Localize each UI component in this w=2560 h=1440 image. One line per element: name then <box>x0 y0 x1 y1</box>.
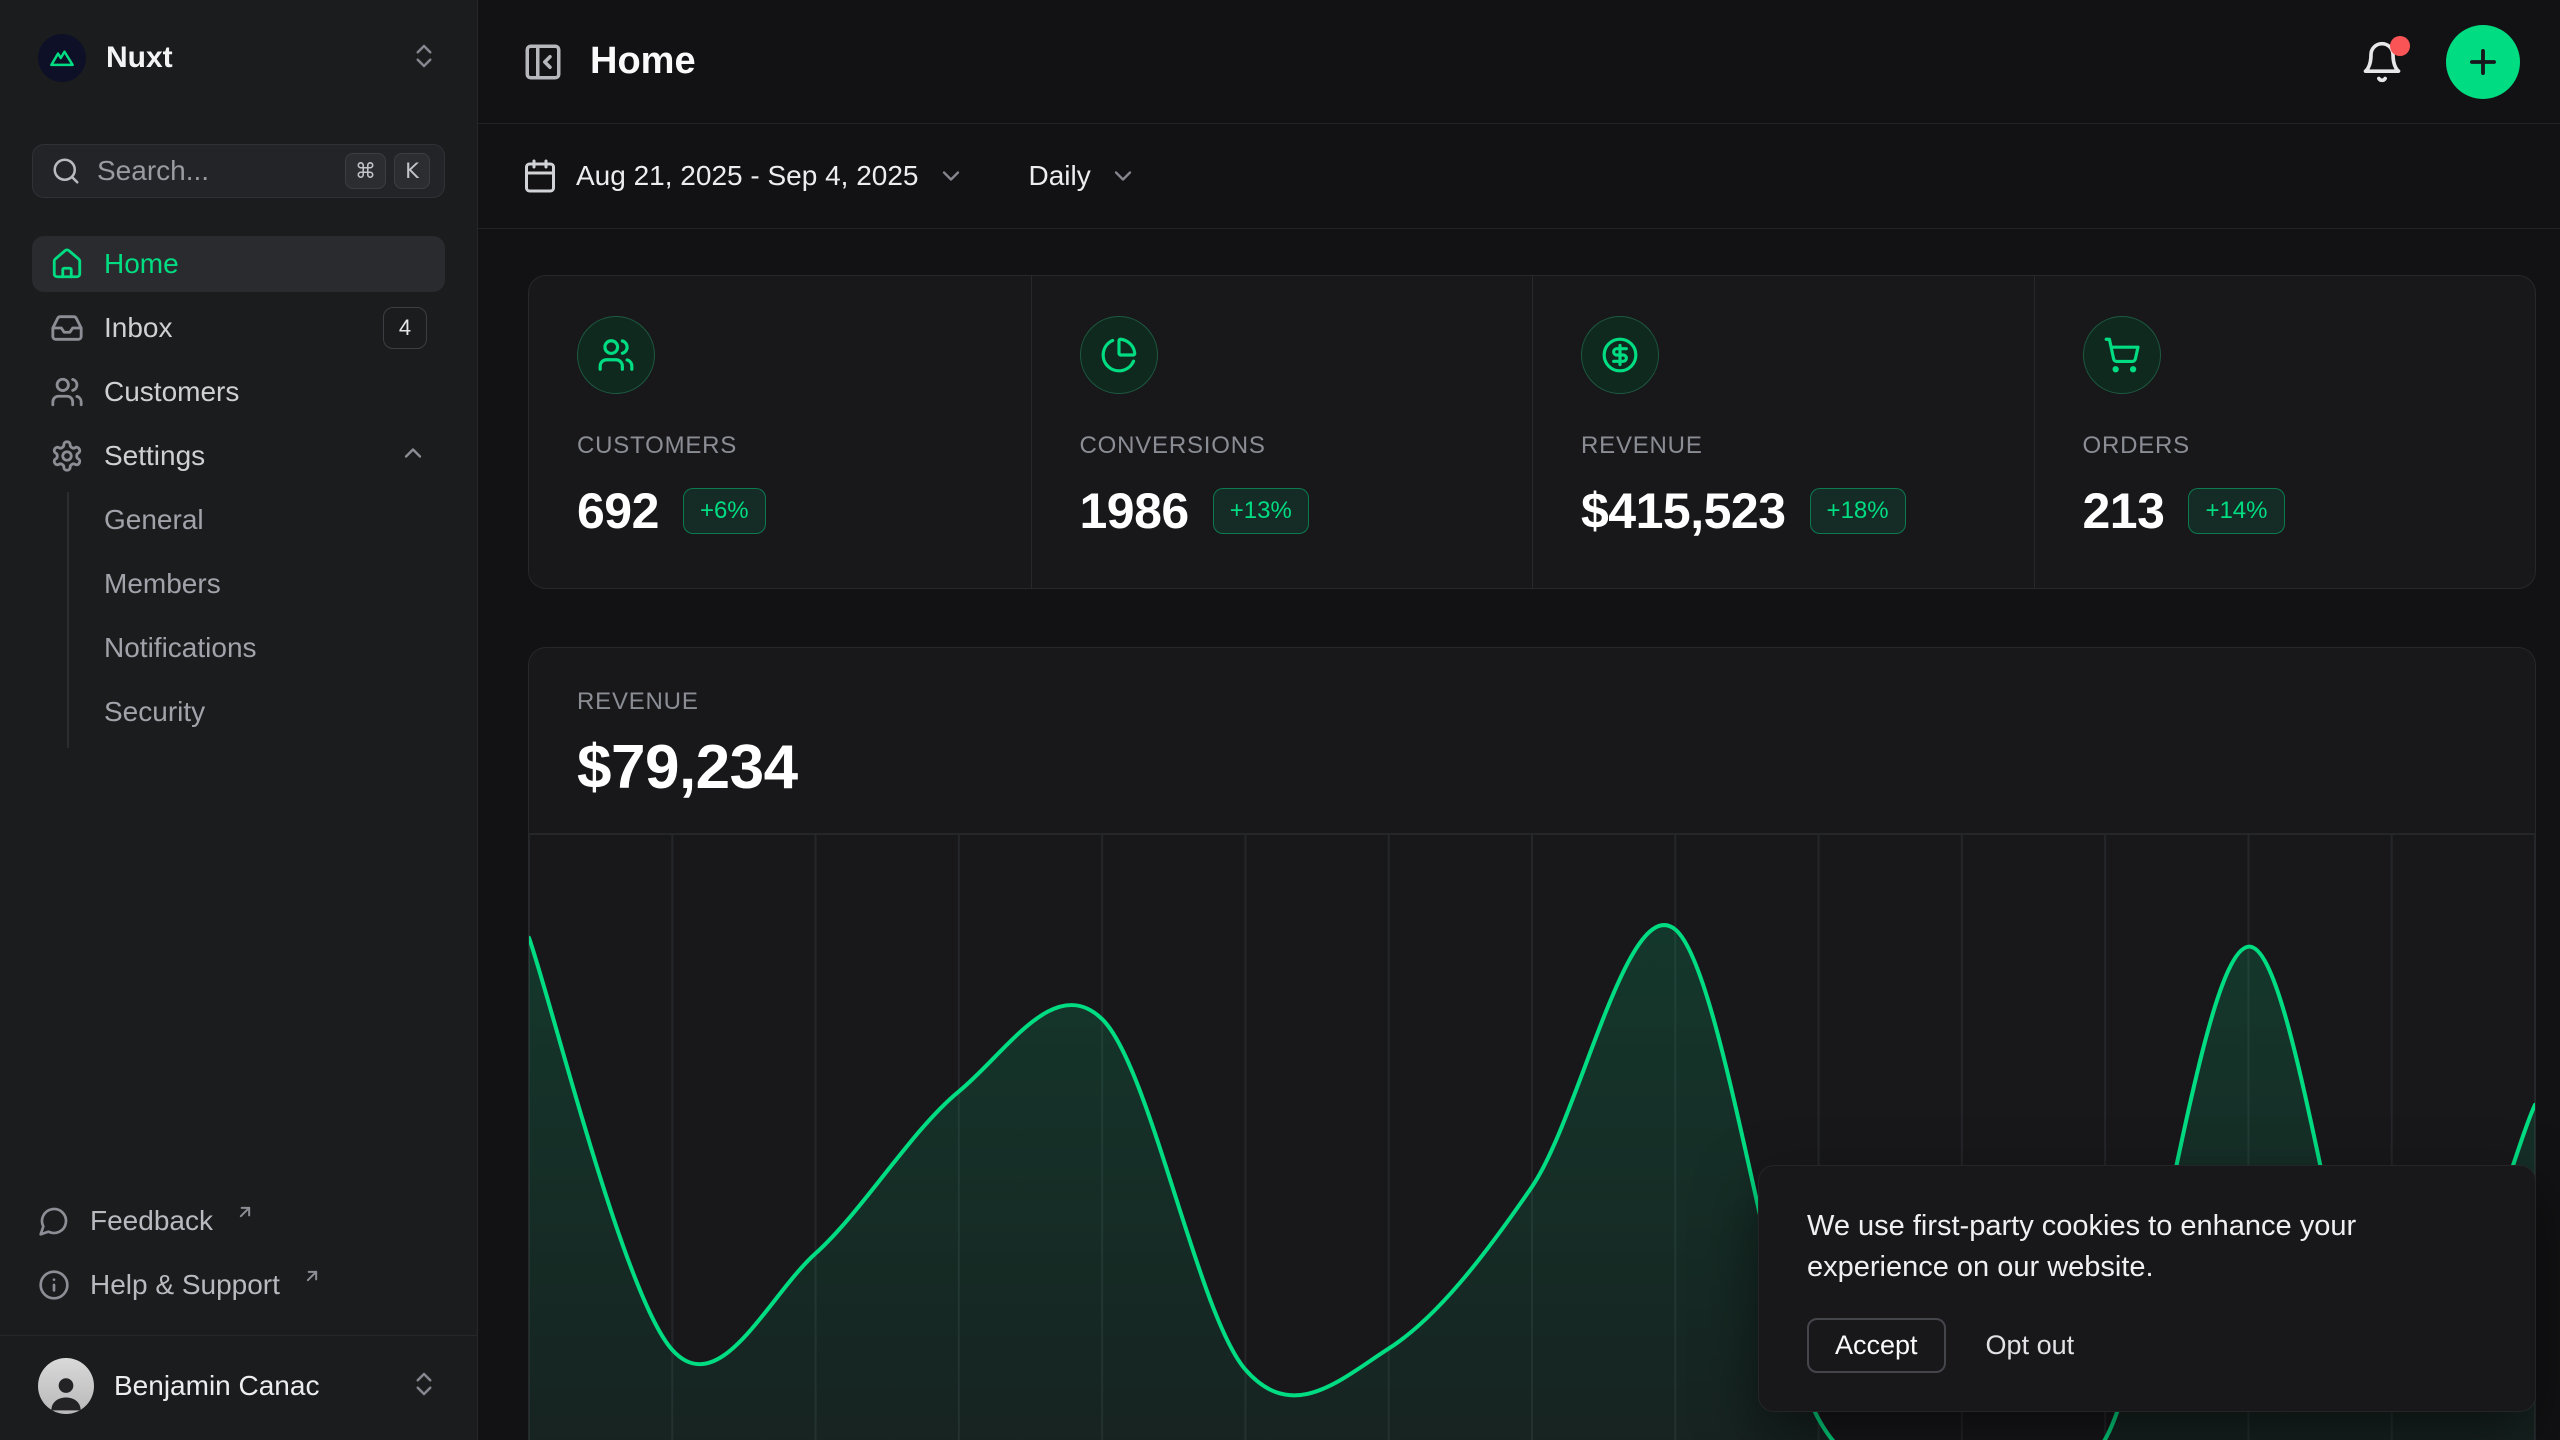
footer-item-label: Help & Support <box>90 1269 280 1301</box>
search-input[interactable] <box>97 155 329 187</box>
message-circle-icon <box>38 1205 70 1237</box>
page-title: Home <box>590 40 696 83</box>
cart-icon <box>2083 316 2161 394</box>
team-switcher[interactable]: Nuxt <box>32 34 445 82</box>
date-range-picker[interactable]: Aug 21, 2025 - Sep 4, 2025 <box>522 158 965 194</box>
kbd-cmd: ⌘ <box>345 153 386 189</box>
filters-toolbar: Aug 21, 2025 - Sep 4, 2025 Daily <box>478 124 2560 229</box>
inbox-count-badge: 4 <box>383 307 427 349</box>
stat-label: REVENUE <box>1581 432 1986 460</box>
settings-subnav: General Members Notifications Security <box>67 492 445 748</box>
stat-card-revenue[interactable]: REVENUE $415,523 +18% <box>1532 276 2034 588</box>
chevrons-up-down-icon <box>409 41 439 76</box>
external-link-arrow-icon <box>235 1202 255 1222</box>
stat-card-conversions[interactable]: CONVERSIONS 1986 +13% <box>1031 276 1533 588</box>
chevron-down-icon <box>937 162 965 190</box>
stat-value: 692 <box>577 482 659 540</box>
cookie-message: We use first-party cookies to enhance yo… <box>1807 1206 2397 1288</box>
search-icon <box>51 156 81 186</box>
sidebar-item-settings[interactable]: Settings <box>32 428 445 484</box>
sidebar-item-label: Customers <box>104 376 239 408</box>
stats-grid: CUSTOMERS 692 +6% CONVERSIONS 1986 +13% <box>528 275 2536 589</box>
search-box[interactable]: ⌘ K <box>32 144 445 198</box>
sidebar-item-members[interactable]: Members <box>104 556 445 612</box>
sidebar-item-customers[interactable]: Customers <box>32 364 445 420</box>
avatar <box>38 1358 94 1414</box>
granularity-label: Daily <box>1029 160 1091 192</box>
granularity-select[interactable]: Daily <box>1029 160 1137 192</box>
sidebar-item-notifications[interactable]: Notifications <box>104 620 445 676</box>
subnav-label: Notifications <box>104 632 257 664</box>
stat-card-customers[interactable]: CUSTOMERS 692 +6% <box>529 276 1031 588</box>
external-link-arrow-icon <box>302 1266 322 1286</box>
sidebar-item-label: Inbox <box>104 312 173 344</box>
search-kbd-hint: ⌘ K <box>345 153 430 189</box>
nuxt-logo-icon <box>38 34 86 82</box>
stat-label: ORDERS <box>2083 432 2488 460</box>
sidebar-item-feedback[interactable]: Feedback <box>32 1193 445 1249</box>
info-circle-icon <box>38 1269 70 1301</box>
page-header: Home <box>478 0 2560 124</box>
subnav-label: Security <box>104 696 205 728</box>
kbd-k: K <box>394 153 430 189</box>
opt-out-button[interactable]: Opt out <box>1986 1330 2075 1361</box>
user-menu[interactable]: Benjamin Canac <box>32 1336 445 1440</box>
gear-icon <box>50 439 84 473</box>
chevrons-up-down-icon <box>409 1369 439 1404</box>
sidebar-nav: Home Inbox 4 Customers Settings <box>32 236 445 492</box>
stat-value: $415,523 <box>1581 482 1786 540</box>
sidebar-item-general[interactable]: General <box>104 492 445 548</box>
brand-name: Nuxt <box>106 41 173 75</box>
stat-delta-badge: +18% <box>1810 488 1906 534</box>
add-button[interactable] <box>2446 25 2520 99</box>
chevron-down-icon <box>1109 162 1137 190</box>
accept-button[interactable]: Accept <box>1807 1318 1946 1373</box>
sidebar-item-home[interactable]: Home <box>32 236 445 292</box>
stat-value: 1986 <box>1080 482 1189 540</box>
user-name: Benjamin Canac <box>114 1370 319 1402</box>
stat-delta-badge: +6% <box>683 488 766 534</box>
revenue-chart-label: REVENUE <box>577 688 2487 716</box>
notification-dot <box>2390 36 2410 56</box>
cookie-actions: Accept Opt out <box>1807 1318 2487 1373</box>
revenue-chart-header: REVENUE $79,234 <box>529 648 2535 803</box>
sidebar-item-inbox[interactable]: Inbox 4 <box>32 300 445 356</box>
pie-chart-icon <box>1080 316 1158 394</box>
date-range-label: Aug 21, 2025 - Sep 4, 2025 <box>576 160 919 192</box>
stat-delta-badge: +13% <box>1213 488 1309 534</box>
stat-label: CONVERSIONS <box>1080 432 1485 460</box>
sidebar-item-help-support[interactable]: Help & Support <box>32 1257 445 1313</box>
stat-value: 213 <box>2083 482 2165 540</box>
subnav-label: General <box>104 504 204 536</box>
header-actions <box>2360 25 2520 99</box>
dollar-circle-icon <box>1581 316 1659 394</box>
cookie-banner: We use first-party cookies to enhance yo… <box>1758 1165 2536 1412</box>
sidebar-footer-nav: Feedback Help & Support <box>32 1193 445 1321</box>
subnav-label: Members <box>104 568 221 600</box>
users-icon <box>50 375 84 409</box>
notifications-button[interactable] <box>2360 40 2404 84</box>
panel-left-close-icon <box>522 41 564 83</box>
sidebar-item-label: Settings <box>104 440 205 472</box>
inbox-icon <box>50 311 84 345</box>
sidebar: Nuxt ⌘ K Home Inbox 4 <box>0 0 478 1440</box>
users-icon <box>577 316 655 394</box>
sidebar-spacer <box>32 756 445 1193</box>
calendar-icon <box>522 158 558 194</box>
revenue-chart-value: $79,234 <box>577 732 2487 803</box>
chevron-up-icon <box>399 439 427 474</box>
stat-card-orders[interactable]: ORDERS 213 +14% <box>2034 276 2536 588</box>
sidebar-item-security[interactable]: Security <box>104 684 445 740</box>
sidebar-item-label: Home <box>104 248 179 280</box>
stat-label: CUSTOMERS <box>577 432 983 460</box>
footer-item-label: Feedback <box>90 1205 213 1237</box>
plus-icon <box>2464 43 2502 81</box>
stat-delta-badge: +14% <box>2188 488 2284 534</box>
house-icon <box>50 247 84 281</box>
sidebar-collapse-button[interactable] <box>522 41 564 83</box>
